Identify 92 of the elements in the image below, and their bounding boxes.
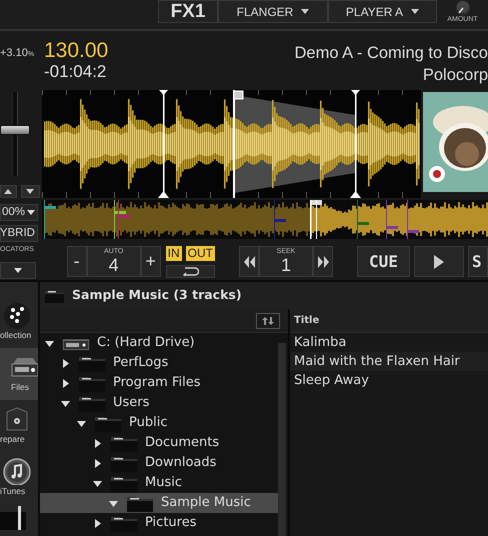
vinyl-dots-icon (3, 302, 31, 330)
expand-caret-icon[interactable] (109, 498, 118, 508)
tree-row[interactable]: PerfLogs (40, 353, 278, 373)
tree-row[interactable]: C: (Hard Drive) (40, 333, 278, 353)
collapse-caret-icon[interactable] (93, 458, 102, 468)
pitch-range-dropdown[interactable]: 00% (0, 204, 38, 221)
folder-icon (111, 434, 137, 452)
loop-increase-button[interactable]: + (140, 246, 161, 277)
collapse-caret-icon[interactable] (61, 378, 70, 388)
target-dropdown[interactable]: PLAYER A (328, 0, 437, 23)
tree-row[interactable]: Sample Music (40, 493, 278, 513)
column-header[interactable]: Title (290, 309, 488, 333)
collapse-caret-icon[interactable] (93, 518, 102, 528)
time-remaining: -01:04:2 (44, 62, 108, 82)
folder-label: Public (129, 414, 168, 432)
expand-caret-icon[interactable] (45, 338, 54, 348)
tree-row[interactable]: Music (40, 473, 278, 493)
loop-in-button[interactable]: IN (166, 246, 182, 261)
play-icon (434, 254, 444, 268)
folder-label: Music (145, 474, 182, 492)
folder-label: Program Files (113, 374, 201, 392)
tree-row[interactable]: Documents (40, 433, 278, 453)
rewind-icon (244, 256, 254, 268)
expand-caret-icon[interactable] (93, 478, 102, 488)
tree-row[interactable]: Users (40, 393, 278, 413)
sidebar-tab[interactable]: ollection (0, 296, 38, 348)
seek-back-button[interactable] (239, 246, 259, 277)
drive-icon (63, 336, 89, 350)
tree-row[interactable]: Public (40, 413, 278, 433)
cue-button[interactable]: CUE (357, 246, 410, 277)
expand-caret-icon[interactable] (61, 398, 70, 408)
sync-button[interactable]: S (468, 246, 488, 277)
amount-knob[interactable] (454, 0, 470, 16)
folder-icon (79, 354, 105, 372)
fx-unit-label: FX1 (158, 0, 218, 23)
fast-forward-icon (318, 256, 328, 268)
folder-icon (111, 514, 137, 532)
tree-row[interactable]: Pictures (40, 513, 278, 533)
folder-label: Pictures (145, 514, 196, 532)
folder-label: C: (Hard Drive) (97, 334, 195, 352)
fader-thumb[interactable] (0, 125, 30, 136)
track-row[interactable]: Maid with the Flaxen Hair (290, 352, 488, 371)
folder-icon (45, 288, 64, 302)
sync-mode-button[interactable]: YBRID (0, 225, 38, 242)
folder-label: Downloads (145, 454, 216, 472)
track-row[interactable]: Sleep Away (290, 371, 488, 390)
scrollbar[interactable] (278, 343, 286, 536)
folder-icon (111, 454, 137, 472)
bpm-readout: 130.00 (44, 40, 108, 62)
loop-button[interactable] (166, 265, 215, 278)
collapse-caret-icon[interactable] (61, 358, 70, 368)
pitch-value: +3.10 (0, 46, 28, 61)
folder-icon (79, 374, 105, 392)
folder-label: PerfLogs (113, 354, 168, 372)
locators-dropdown[interactable] (0, 262, 36, 279)
loop-decrease-button[interactable]: - (66, 246, 87, 277)
effect-dropdown[interactable]: FLANGER (218, 0, 328, 23)
up-arrow-icon (4, 189, 12, 194)
track-title: Demo A - Coming to Disco (294, 43, 488, 63)
tree-row[interactable]: Program Files (40, 373, 278, 393)
collapse-caret-icon[interactable] (93, 438, 102, 448)
expand-caret-icon[interactable] (77, 418, 86, 428)
sidebar-tab[interactable]: repare (0, 400, 38, 452)
folder-icon (111, 474, 137, 492)
music-note-icon (3, 458, 31, 486)
down-arrow-icon (26, 189, 34, 194)
loop-length-value: 4 (108, 256, 119, 275)
nudge-up-button[interactable] (0, 185, 17, 198)
caret-icon (301, 9, 310, 14)
folder-icon (79, 394, 105, 412)
library-title: Sample Music (3 tracks) (72, 286, 242, 304)
loop-icon (181, 267, 200, 276)
folder-icon (127, 494, 153, 512)
folder-label: Users (113, 394, 150, 412)
track-artist: Polocorp (422, 65, 488, 85)
sidebar-tab[interactable]: Files (0, 348, 38, 400)
folder-label: Documents (145, 434, 220, 452)
sort-button[interactable] (256, 312, 280, 328)
caret-icon (14, 268, 22, 273)
sort-arrows-icon (262, 316, 274, 324)
folder-label: Sample Music (161, 494, 251, 512)
play-button[interactable] (414, 246, 464, 277)
caret-icon (411, 9, 420, 14)
track-row[interactable]: Kalimba (290, 333, 488, 352)
loop-out-button[interactable]: OUT (186, 246, 215, 261)
tree-row[interactable]: Downloads (40, 453, 278, 473)
sidebar-tab[interactable]: iTunes (0, 452, 38, 504)
seek-forward-button[interactable] (313, 246, 333, 277)
nudge-down-button[interactable] (20, 185, 40, 198)
folder-icon (95, 414, 121, 432)
seek-value: 1 (280, 256, 291, 275)
caret-icon (27, 210, 35, 215)
